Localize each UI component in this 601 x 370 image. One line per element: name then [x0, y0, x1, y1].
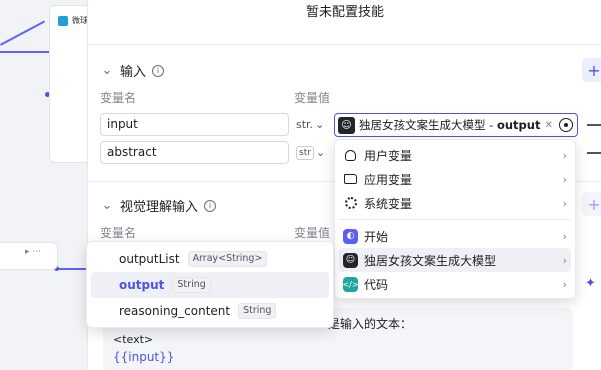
src-item-label: 应用变量	[364, 172, 413, 187]
prompt-variable: {{input}}	[113, 350, 175, 364]
visual-section-title: 视觉理解输入	[120, 200, 199, 215]
var-type-badge: String	[238, 303, 277, 319]
src-item-model[interactable]: ☺ 独居女孩文案生成大模型 ›	[339, 248, 571, 272]
model-icon: ☺	[343, 252, 358, 268]
start-icon: ◐	[343, 228, 358, 244]
node-more-icon[interactable]: ▸ ···	[25, 247, 41, 257]
add-input-button[interactable]: +	[582, 58, 601, 82]
src-item-label: 系统变量	[364, 196, 413, 211]
chevron-right-icon: ›	[562, 277, 567, 291]
src-item-start[interactable]: ◐ 开始 ›	[339, 224, 571, 248]
variable-name-input[interactable]: input	[100, 113, 289, 136]
prompt-tag: <text>	[113, 333, 154, 346]
chevron-right-icon: ›	[562, 253, 567, 267]
target-icon[interactable]	[558, 118, 573, 132]
type-label: str.	[296, 118, 314, 131]
info-icon[interactable]: i	[152, 64, 165, 77]
chevron-right-icon: ›	[562, 148, 567, 162]
type-select[interactable]: str ⌄	[296, 141, 325, 164]
info-icon[interactable]: i	[204, 199, 217, 212]
panel-header: 暂未配置技能	[88, 0, 601, 45]
close-icon[interactable]: ✕	[544, 120, 552, 131]
src-item-label: 独居女孩文案生成大模型	[364, 253, 497, 268]
prompt-text: 是输入的文本：	[328, 317, 413, 331]
var-type-badge: Array<String>	[187, 251, 268, 267]
source-dropdown: 用户变量 › 应用变量 › 系统变量 › ◐ 开始 › ☺ 独居女孩文案生成大模…	[334, 139, 576, 299]
input-section-header[interactable]: ⌄ 输入 i	[100, 61, 165, 80]
var-item-reasoning-content[interactable]: reasoning_content String	[91, 298, 329, 324]
panel-title: 暂未配置技能	[305, 5, 384, 20]
model-icon: ☺	[338, 116, 355, 134]
remove-row-button[interactable]	[587, 124, 601, 126]
reference-label: 独居女孩文案生成大模型 - output	[359, 118, 541, 132]
src-item-label: 代码	[364, 277, 389, 292]
chevron-down-icon[interactable]: ⌄	[100, 63, 114, 78]
folder-icon	[343, 172, 358, 187]
col-label-value: 变量值	[294, 91, 331, 105]
plugin-icon	[58, 15, 68, 26]
src-item-code[interactable]: </> 代码 ›	[339, 272, 571, 296]
visual-section-header[interactable]: ⌄ 视觉理解输入 i	[100, 196, 217, 215]
chevron-right-icon: ›	[562, 196, 567, 210]
src-item-label: 用户变量	[364, 148, 413, 163]
chevron-down-icon: ⌄	[315, 146, 326, 159]
var-item-outputlist[interactable]: outputList Array<String>	[91, 246, 329, 272]
variable-name-input[interactable]: abstract	[100, 141, 289, 164]
src-item-label: 开始	[364, 229, 389, 244]
src-item-user-vars[interactable]: 用户变量 ›	[339, 143, 571, 167]
chevron-down-icon: ⌄	[315, 118, 325, 131]
edge-line	[0, 20, 45, 46]
src-item-system-vars[interactable]: 系统变量 ›	[339, 191, 571, 215]
chevron-right-icon: ›	[562, 229, 567, 243]
output-variable-dropdown: outputList Array<String> output String r…	[86, 241, 334, 328]
node-label: 微球	[72, 16, 88, 25]
workflow-node[interactable]: ▸ ···	[0, 242, 58, 270]
var-item-name: outputList	[119, 252, 180, 266]
sparkle-icon[interactable]: ✦	[585, 276, 596, 291]
node-header: 微球	[58, 15, 88, 26]
remove-row-button[interactable]	[587, 152, 601, 154]
edge-line	[58, 268, 88, 270]
gear-icon	[343, 196, 358, 211]
col-label-name: 变量名	[100, 226, 137, 240]
var-item-name: reasoning_content	[119, 304, 231, 318]
type-label: str	[296, 145, 314, 160]
col-label-name: 变量名	[100, 91, 137, 105]
add-visual-input-button[interactable]: +	[582, 192, 601, 216]
menu-divider	[339, 219, 571, 220]
var-type-badge: String	[172, 277, 211, 293]
chevron-right-icon: ›	[562, 172, 567, 186]
variable-reference-select[interactable]: ☺ 独居女孩文案生成大模型 - output ✕	[334, 113, 578, 137]
src-item-app-vars[interactable]: 应用变量 ›	[339, 167, 571, 191]
var-item-name: output	[119, 278, 165, 292]
type-select[interactable]: str. ⌄	[296, 113, 324, 136]
col-label-value: 变量值	[294, 226, 331, 240]
var-item-output[interactable]: output String	[91, 272, 329, 298]
edge-line	[0, 51, 50, 53]
chevron-down-icon[interactable]: ⌄	[100, 198, 114, 213]
input-section-title: 输入	[120, 65, 147, 80]
user-icon	[343, 148, 358, 163]
code-icon: </>	[342, 276, 359, 292]
